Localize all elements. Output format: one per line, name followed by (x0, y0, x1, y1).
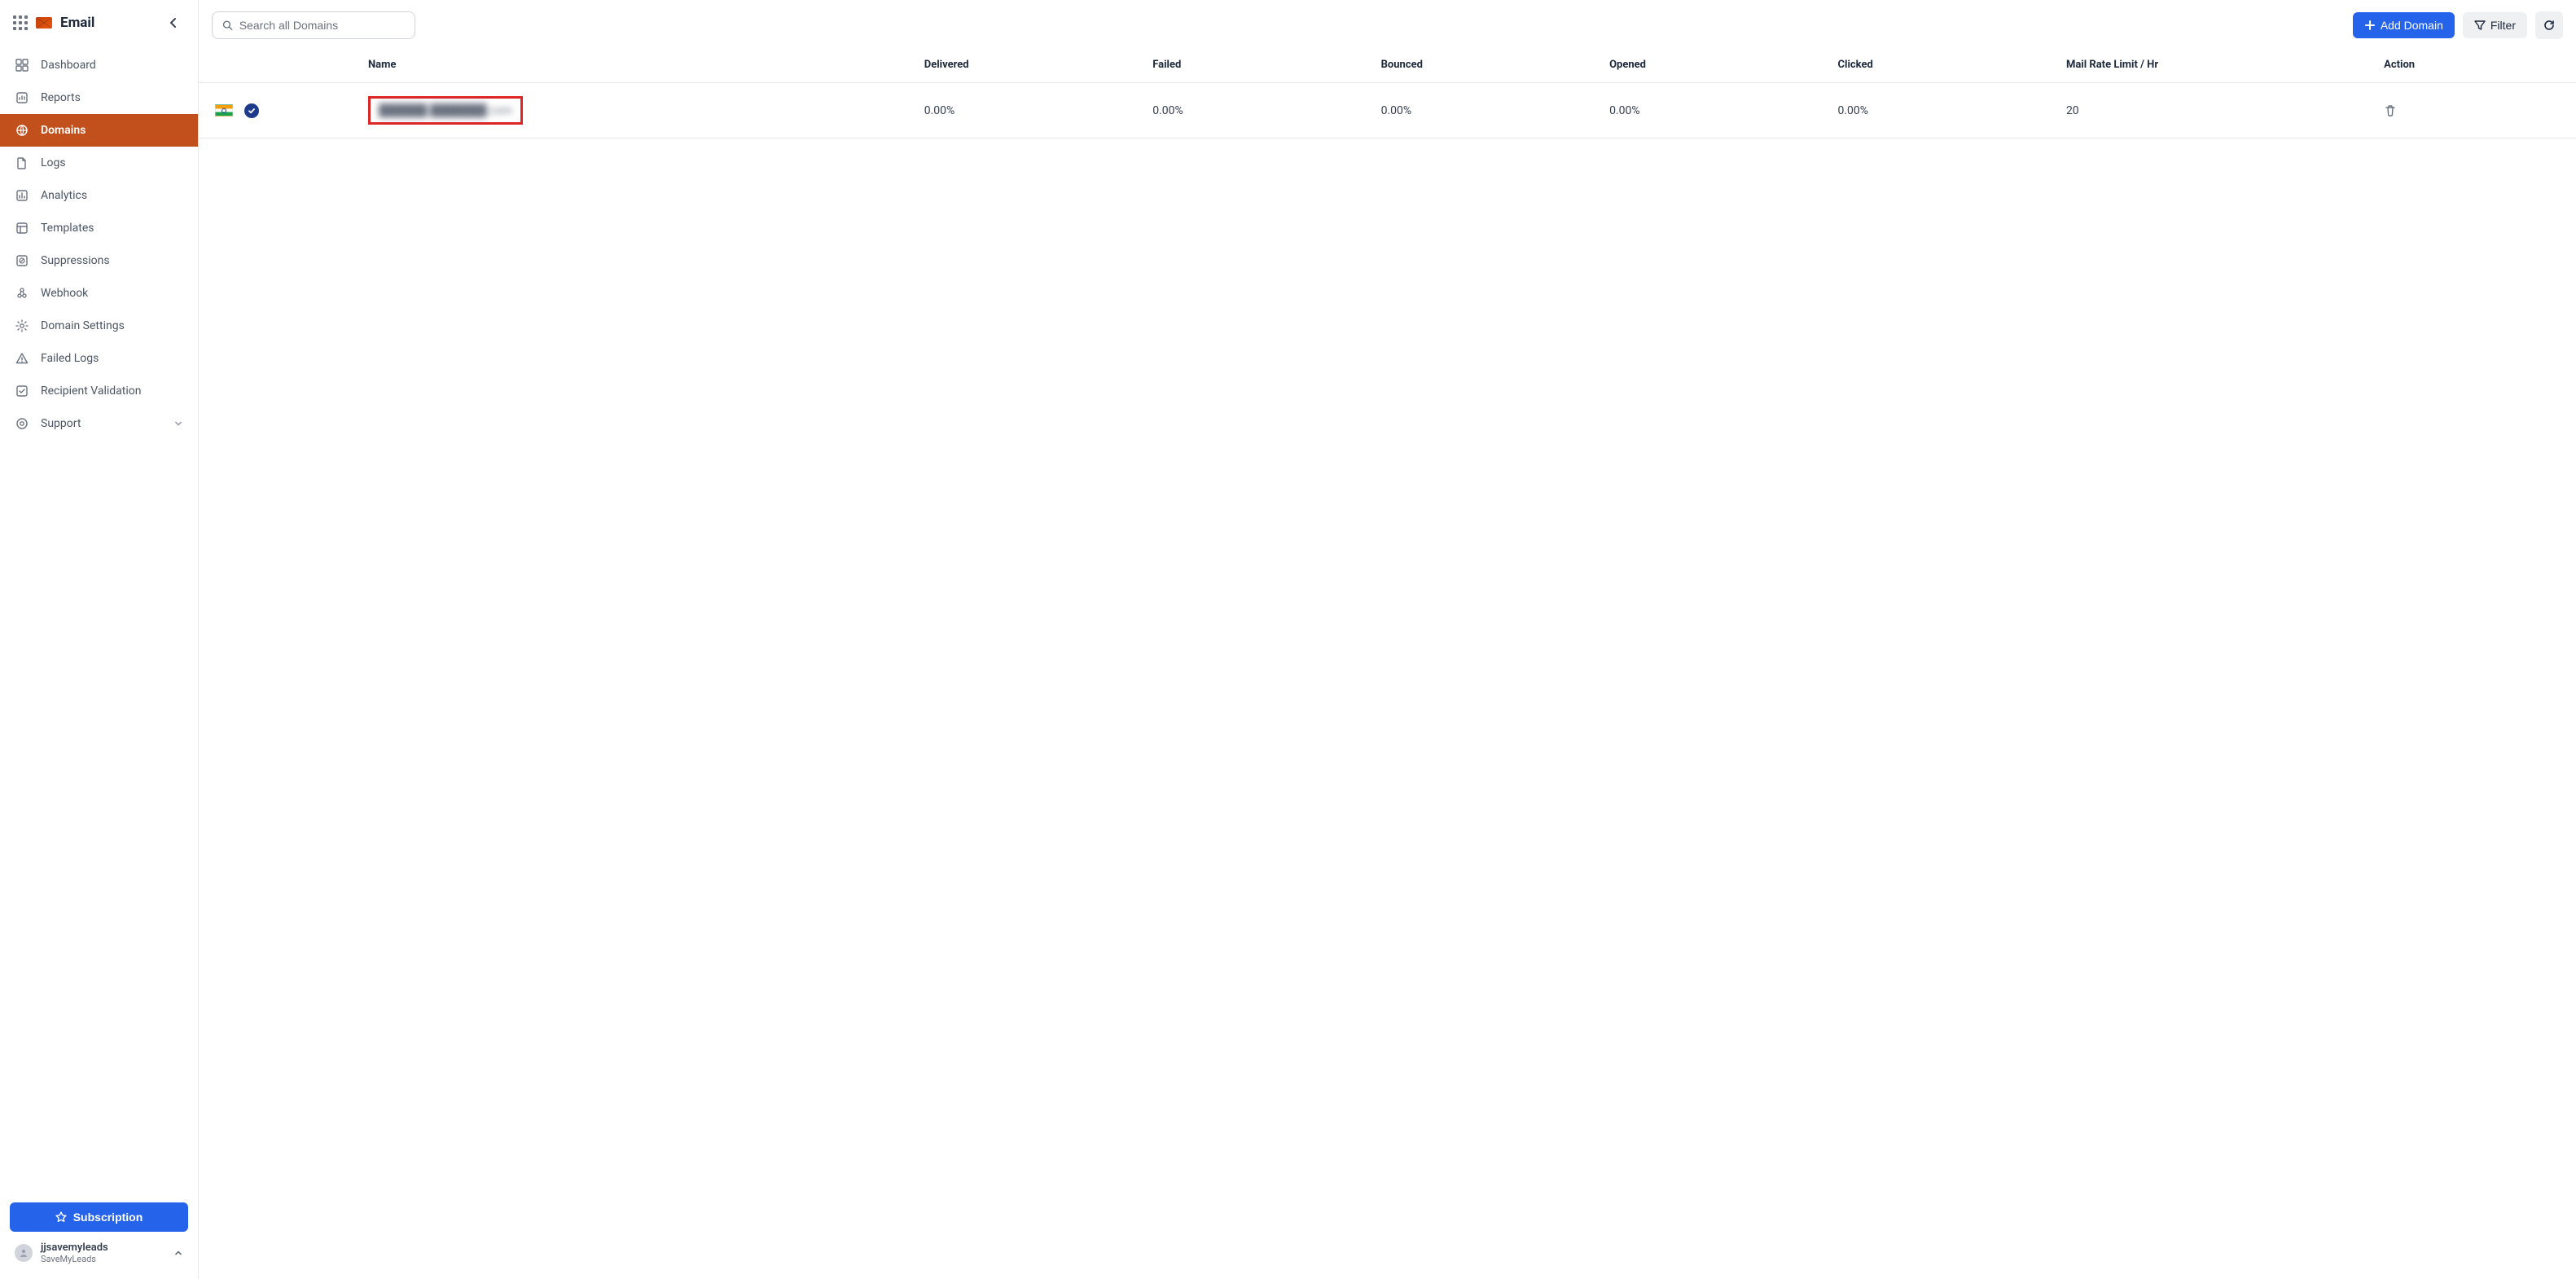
th-action: Action (2377, 47, 2576, 83)
search-icon (222, 20, 233, 31)
filter-button[interactable]: Filter (2463, 12, 2527, 38)
sidebar-item-label: Dashboard (41, 59, 96, 72)
webhook-icon (15, 286, 29, 301)
plus-icon (2364, 20, 2376, 31)
chevron-left-icon (169, 17, 178, 29)
layout-icon (15, 221, 29, 235)
th-bounced: Bounced (1375, 47, 1603, 83)
filter-label: Filter (2490, 19, 2516, 32)
gear-icon (15, 319, 29, 333)
cell-bounced: 0.00% (1375, 83, 1603, 138)
sidebar: Email Dashboard Reports (0, 0, 199, 1279)
th-opened: Opened (1603, 47, 1831, 83)
sidebar-item-label: Failed Logs (41, 352, 99, 365)
person-icon (19, 1248, 29, 1258)
chevron-up-icon (173, 1248, 183, 1258)
sidebar-item-recipient-validation[interactable]: Recipient Validation (0, 375, 198, 407)
search-box[interactable] (212, 11, 415, 39)
sidebar-item-templates[interactable]: Templates (0, 212, 198, 244)
sidebar-item-analytics[interactable]: Analytics (0, 179, 198, 212)
sidebar-item-label: Webhook (41, 287, 88, 300)
cell-clicked: 0.00% (1832, 83, 2060, 138)
subscription-button[interactable]: Subscription (10, 1202, 188, 1232)
collapse-sidebar-button[interactable] (162, 11, 185, 34)
user-name: jjsavemyleads (41, 1242, 108, 1254)
sidebar-item-label: Domains (41, 124, 86, 137)
th-clicked: Clicked (1832, 47, 2060, 83)
sidebar-item-domains[interactable]: Domains (0, 114, 198, 147)
sidebar-item-suppressions[interactable]: Suppressions (0, 244, 198, 277)
add-domain-button[interactable]: Add Domain (2353, 12, 2455, 38)
check-square-icon (15, 384, 29, 398)
avatar (15, 1244, 33, 1262)
sidebar-item-label: Support (41, 417, 81, 430)
cell-opened: 0.00% (1603, 83, 1831, 138)
flag-india-icon (215, 104, 233, 116)
sidebar-item-webhook[interactable]: Webhook (0, 277, 198, 310)
main-content: Add Domain Filter Name Delivered Failed … (199, 0, 2576, 1279)
sidebar-item-label: Analytics (41, 189, 87, 202)
file-icon (15, 156, 29, 170)
refresh-button[interactable] (2535, 11, 2563, 39)
th-failed: Failed (1146, 47, 1374, 83)
toolbar: Add Domain Filter (199, 0, 2576, 47)
sidebar-header: Email (0, 0, 198, 42)
reports-icon (15, 90, 29, 105)
user-org: SaveMyLeads (41, 1254, 108, 1264)
subscription-label: Subscription (73, 1211, 143, 1224)
cell-delivered: 0.00% (918, 83, 1146, 138)
globe-icon (15, 123, 29, 138)
filter-icon (2474, 20, 2486, 31)
add-domain-label: Add Domain (2381, 19, 2443, 32)
domain-name-highlight: ██████.███████.com (368, 96, 523, 125)
app-title: Email (60, 15, 94, 31)
analytics-icon (15, 188, 29, 203)
sidebar-item-label: Reports (41, 91, 81, 104)
star-icon (55, 1211, 67, 1223)
sidebar-item-domain-settings[interactable]: Domain Settings (0, 310, 198, 342)
trash-icon (2384, 104, 2397, 117)
dashboard-icon (15, 58, 29, 73)
chevron-down-icon (173, 419, 183, 429)
sidebar-item-label: Templates (41, 222, 94, 235)
cell-rate: 20 (2060, 83, 2377, 138)
sidebar-item-reports[interactable]: Reports (0, 81, 198, 114)
th-rate: Mail Rate Limit / Hr (2060, 47, 2377, 83)
sidebar-item-failed-logs[interactable]: Failed Logs (0, 342, 198, 375)
sidebar-nav: Dashboard Reports Domains Logs (0, 42, 198, 1193)
table-row[interactable]: ██████.███████.com 0.00% 0.00% 0.00% 0.0… (199, 83, 2576, 138)
alert-triangle-icon (15, 351, 29, 366)
sidebar-item-logs[interactable]: Logs (0, 147, 198, 179)
delete-domain-button[interactable] (2384, 104, 2569, 117)
sidebar-item-label: Domain Settings (41, 319, 125, 332)
search-input[interactable] (239, 19, 405, 32)
sidebar-footer: Subscription jjsavemyleads SaveMyLeads (0, 1193, 198, 1279)
refresh-icon (2543, 19, 2556, 32)
cell-failed: 0.00% (1146, 83, 1374, 138)
domain-name[interactable]: ██████.███████.com (379, 104, 512, 117)
lifebuoy-icon (15, 416, 29, 431)
domains-table: Name Delivered Failed Bounced Opened Cli… (199, 47, 2576, 138)
envelope-logo-icon (36, 17, 52, 29)
sidebar-item-label: Suppressions (41, 254, 110, 267)
th-name: Name (362, 47, 918, 83)
user-menu[interactable]: jjsavemyleads SaveMyLeads (10, 1232, 188, 1269)
sidebar-item-support[interactable]: Support (0, 407, 198, 440)
table-header: Name Delivered Failed Bounced Opened Cli… (199, 47, 2576, 83)
sidebar-item-label: Logs (41, 156, 66, 169)
sidebar-item-label: Recipient Validation (41, 385, 142, 398)
app-root: Email Dashboard Reports (0, 0, 2576, 1279)
apps-launcher-icon[interactable] (13, 15, 28, 30)
ban-icon (15, 253, 29, 268)
th-delivered: Delivered (918, 47, 1146, 83)
verified-badge-icon (244, 103, 259, 118)
sidebar-item-dashboard[interactable]: Dashboard (0, 49, 198, 81)
